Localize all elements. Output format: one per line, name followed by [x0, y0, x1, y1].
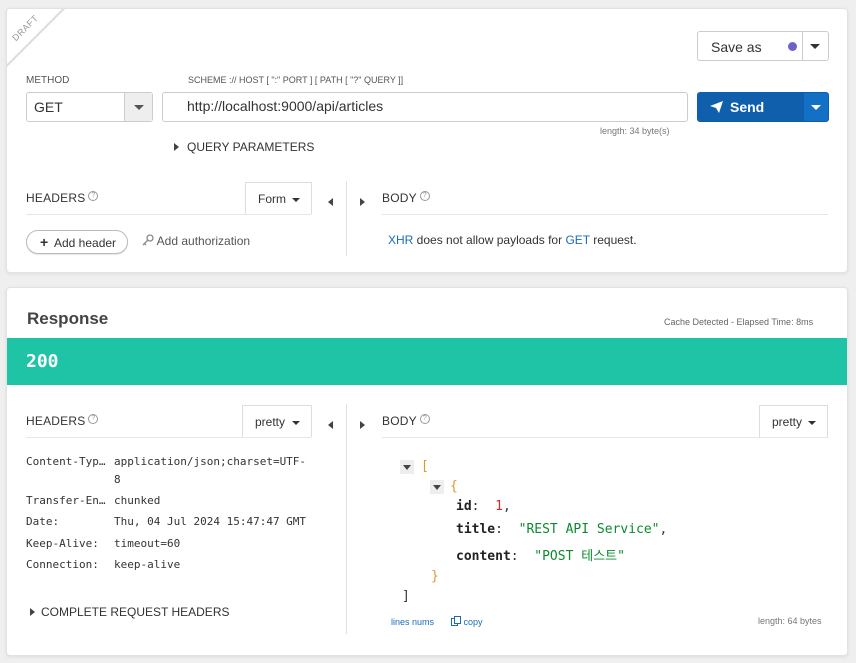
collapse-array-toggle[interactable]: [400, 460, 414, 474]
response-headers-mode-select[interactable]: pretty: [242, 405, 312, 437]
response-headers-mode-value: pretty: [255, 415, 286, 429]
collapse-left-icon[interactable]: [328, 416, 333, 434]
complete-request-headers-label: COMPLETE REQUEST HEADERS: [41, 605, 230, 619]
method-select[interactable]: GET: [26, 92, 153, 122]
header-value: chunked: [114, 494, 161, 507]
header-value: keep-alive: [114, 558, 181, 571]
get-link[interactable]: GET: [565, 233, 589, 247]
response-panel: Response Cache Detected - Elapsed Time: …: [6, 287, 848, 656]
json-entry-content: content: "POST 테스트": [456, 549, 625, 564]
query-parameters-label: QUERY PARAMETERS: [187, 140, 315, 154]
json-entry-id: id: 1,: [456, 499, 511, 514]
save-as-label: Save as: [711, 39, 762, 55]
json-viewer: [ { id: 1, title: "REST API Service", co…: [400, 459, 820, 609]
save-as-button[interactable]: Save as: [697, 31, 829, 61]
help-icon[interactable]: ?: [419, 414, 430, 424]
add-authorization-label: Add authorization: [156, 234, 251, 248]
response-body-mode-select[interactable]: pretty: [759, 405, 828, 437]
paper-plane-icon: [710, 101, 723, 113]
body-length: length: 64 bytes: [758, 616, 822, 626]
send-dropdown-icon[interactable]: [811, 105, 821, 110]
method-label: METHOD: [26, 75, 70, 86]
query-parameters-toggle[interactable]: QUERY PARAMETERS: [174, 140, 314, 154]
json-open-object: {: [450, 479, 458, 494]
chevron-down-icon: [134, 105, 144, 110]
chevron-down-icon: [292, 198, 300, 202]
json-close-array: ]: [402, 589, 410, 604]
help-icon[interactable]: ?: [88, 414, 99, 424]
url-input[interactable]: http://localhost:9000/api/articles: [162, 92, 688, 122]
chevron-down-icon: [808, 421, 816, 425]
complete-request-headers-toggle[interactable]: COMPLETE REQUEST HEADERS: [30, 605, 229, 619]
chevron-down-icon: [292, 421, 300, 425]
response-body-title: BODY?: [382, 414, 430, 428]
header-value: Thu, 04 Jul 2024 15:47:47 GMT: [114, 515, 307, 528]
help-icon[interactable]: ?: [419, 191, 430, 201]
send-button[interactable]: Send: [697, 92, 829, 122]
key-icon: [142, 234, 154, 246]
add-authorization-link[interactable]: Add authorization: [142, 234, 250, 248]
collapse-right-icon[interactable]: [360, 193, 365, 211]
copy-button[interactable]: copy: [451, 616, 483, 627]
json-entry-title: title: "REST API Service",: [456, 522, 668, 537]
body-note: XHR does not allow payloads for GET requ…: [388, 233, 637, 247]
xhr-link[interactable]: XHR: [388, 233, 413, 247]
header-value: application/json;charset=UTF-: [114, 455, 307, 468]
method-dropdown-button[interactable]: [124, 93, 152, 121]
save-as-dropdown-icon[interactable]: [810, 44, 820, 49]
request-panel: DRAFT Save as METHOD SCHEME :// HOST [ "…: [6, 8, 848, 273]
header-name: Keep-Alive:: [26, 537, 99, 550]
header-name: Date:: [26, 515, 60, 528]
add-header-button[interactable]: + Add header: [26, 230, 128, 254]
json-open-array: [: [421, 459, 429, 474]
header-value-wrap: 8: [114, 473, 121, 486]
request-body-title: BODY?: [382, 191, 430, 205]
collapse-left-icon[interactable]: [328, 193, 333, 211]
copy-label: copy: [463, 617, 483, 627]
panel-divider: [346, 181, 347, 256]
response-body-mode-value: pretty: [772, 415, 803, 429]
json-close-object: }: [431, 569, 439, 584]
collapse-object-toggle[interactable]: [430, 480, 444, 494]
status-bar: 200: [7, 338, 847, 385]
copy-icon: [451, 616, 461, 626]
plus-icon: +: [40, 234, 49, 250]
url-hint: SCHEME :// HOST [ ":" PORT ] [ PATH [ "?…: [188, 75, 404, 85]
unsaved-dot-icon: [788, 42, 797, 51]
url-length: length: 34 byte(s): [600, 126, 670, 136]
cache-note: Cache Detected - Elapsed Time: 8ms: [664, 317, 814, 327]
header-name: Connection:: [26, 558, 99, 571]
header-value: timeout=60: [114, 537, 181, 550]
collapse-right-icon[interactable]: [360, 416, 365, 434]
header-name: Transfer-En…: [26, 494, 106, 507]
headers-mode-value: Form: [258, 192, 286, 206]
panel-divider: [346, 404, 347, 634]
help-icon[interactable]: ?: [88, 191, 99, 201]
response-title: Response: [27, 309, 109, 328]
header-name: Content-Typ…: [26, 455, 106, 468]
response-headers-title: HEADERS?: [26, 414, 99, 428]
headers-mode-select[interactable]: Form: [245, 182, 312, 214]
expand-icon: [174, 143, 179, 151]
expand-icon: [30, 608, 35, 616]
send-label: Send: [730, 99, 765, 115]
add-header-label: Add header: [54, 236, 117, 250]
status-code: 200: [26, 351, 59, 372]
line-numbers-toggle[interactable]: lines nums: [391, 617, 434, 627]
method-value: GET: [34, 99, 63, 115]
request-headers-title: HEADERS?: [26, 191, 99, 205]
